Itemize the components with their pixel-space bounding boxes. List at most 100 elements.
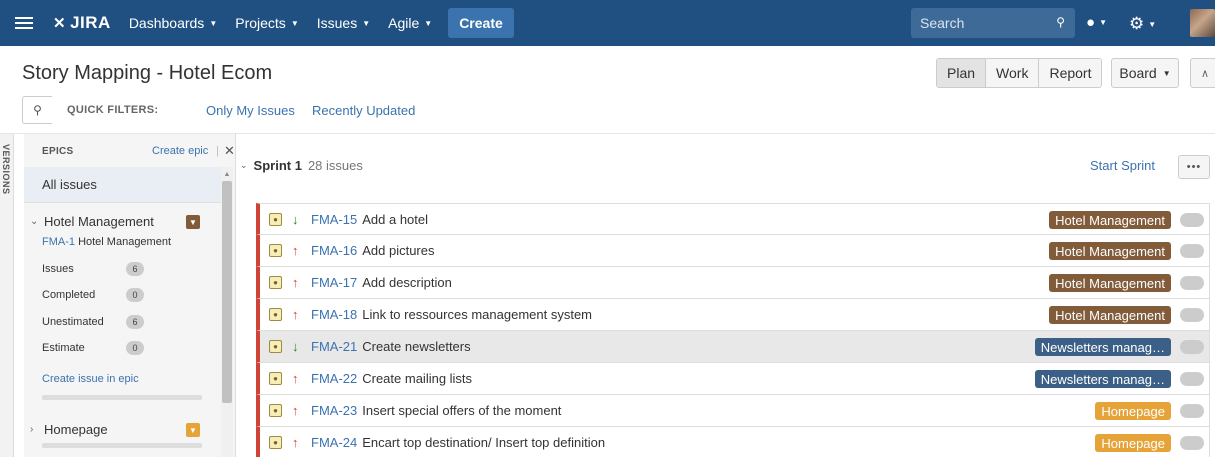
epic-lozenge[interactable]: Homepage — [1095, 402, 1171, 420]
create-issue-in-epic-link[interactable]: Create issue in epic — [42, 373, 139, 385]
issue-key-link[interactable]: FMA-18 — [311, 307, 357, 322]
sprint-name: Sprint 1 — [253, 158, 302, 173]
search-icon[interactable]: ⚲ — [1056, 15, 1065, 29]
estimate-badge — [1180, 276, 1204, 290]
double-chevron-up-icon: ∧ — [1200, 67, 1210, 80]
epic-color-menu[interactable]: ▼ — [186, 423, 200, 437]
jira-logo[interactable]: ✕ JIRA — [53, 13, 111, 33]
epic-item-hotel-management[interactable]: ⌄ Hotel Management — [30, 214, 154, 229]
quick-filter-search-button[interactable]: ⚲ — [22, 96, 52, 124]
issue-key-link[interactable]: FMA-15 — [311, 212, 357, 227]
mode-plan-button[interactable]: Plan — [937, 59, 987, 87]
issue-row[interactable]: ● ↑ FMA-16 Add pictures Hotel Management — [256, 235, 1210, 267]
issue-summary: Encart top destination/ Insert top defin… — [362, 435, 606, 450]
epic-color-menu[interactable]: ▼ — [186, 215, 200, 229]
mode-work-button[interactable]: Work — [986, 59, 1040, 87]
priority-high-arrow-icon: ↑ — [292, 307, 299, 322]
epic-progress-bar — [42, 443, 202, 448]
scrollbar-thumb[interactable] — [222, 181, 232, 403]
collapse-header-button[interactable]: ∧ — [1190, 58, 1215, 88]
issue-summary: Create newsletters — [362, 339, 471, 354]
chevron-down-icon: ▼ — [424, 18, 433, 28]
menu-icon[interactable] — [15, 17, 33, 29]
create-button[interactable]: Create — [448, 8, 514, 38]
epic-lozenge[interactable]: Newsletters manag… — [1034, 370, 1171, 388]
priority-high-arrow-icon: ↑ — [292, 435, 299, 450]
issue-row[interactable]: ● ↓ FMA-21 Create newsletters Newsletters ma… — [256, 331, 1210, 363]
issue-key-link[interactable]: FMA-17 — [311, 275, 357, 290]
epic-progress-bar — [42, 395, 202, 400]
issue-key-link[interactable]: FMA-16 — [311, 243, 357, 258]
issue-row[interactable]: ● ↑ FMA-24 Encart top destination/ Insert t… — [256, 427, 1210, 457]
story-type-icon: ● — [269, 276, 282, 289]
issue-key-link[interactable]: FMA-21 — [311, 339, 357, 354]
quick-filter-recently-updated[interactable]: Recently Updated — [312, 103, 415, 118]
scroll-up-icon[interactable]: ▲ — [221, 171, 233, 178]
sprint-more-actions-button[interactable]: ••• — [1178, 155, 1210, 179]
chevron-down-icon: ▼ — [189, 217, 197, 227]
nav-agile[interactable]: Agile ▼ — [388, 15, 432, 31]
epic-lozenge[interactable]: Newsletters manag… — [1034, 338, 1171, 356]
help-menu[interactable]: ● ▼ — [1086, 14, 1107, 31]
search-input[interactable]: Search ⚲ — [911, 8, 1075, 38]
epic-key-line: FMA-1 Hotel Management — [42, 236, 171, 248]
issue-row[interactable]: ● ↓ FMA-15 Add a hotel Hotel Management — [256, 203, 1210, 235]
epic-item-homepage[interactable]: › Homepage — [30, 422, 108, 437]
chevron-down-icon: ▼ — [362, 18, 371, 28]
epic-key-link[interactable]: FMA-1 — [42, 236, 75, 248]
issue-summary: Add pictures — [362, 243, 435, 258]
epic-lozenge[interactable]: Hotel Management — [1049, 306, 1171, 324]
nav-projects[interactable]: Projects ▼ — [235, 15, 299, 31]
chevron-down-icon[interactable]: ⌄ — [240, 160, 248, 171]
versions-panel-toggle[interactable]: VERSIONS — [0, 134, 14, 457]
epics-scrollbar[interactable]: ▲ — [221, 167, 233, 457]
sprint-issue-list: ● ↓ FMA-15 Add a hotel Hotel Management ● ↑ FMA… — [256, 203, 1210, 457]
epic-lozenge[interactable]: Hotel Management — [1049, 211, 1171, 229]
versions-label: VERSIONS — [1, 144, 11, 195]
priority-high-arrow-icon: ↑ — [292, 371, 299, 386]
settings-menu[interactable]: ⚙ ▼ — [1129, 14, 1156, 34]
issue-row[interactable]: ● ↑ FMA-17 Add description Hotel Management — [256, 267, 1210, 299]
stat-completed-label: Completed — [42, 289, 96, 301]
user-avatar[interactable] — [1190, 9, 1215, 37]
story-type-icon: ● — [269, 436, 282, 449]
top-navigation-bar: ✕ JIRA Dashboards ▼ Projects ▼ Issues ▼ … — [0, 0, 1215, 46]
chevron-down-icon[interactable]: ⌄ — [30, 216, 38, 227]
all-issues-item[interactable]: All issues — [24, 167, 221, 203]
epics-panel: EPICS Create epic | ✕ All issues ▲ ⌄ Hot… — [24, 134, 236, 457]
mode-report-button[interactable]: Report — [1039, 59, 1102, 87]
separator: | — [216, 145, 219, 157]
chevron-down-icon: ▼ — [1162, 68, 1171, 78]
story-type-icon: ● — [269, 212, 282, 226]
epic-lozenge[interactable]: Hotel Management — [1049, 274, 1171, 292]
board-menu-button[interactable]: Board ▼ — [1111, 58, 1179, 88]
chevron-right-icon[interactable]: › — [30, 424, 38, 435]
issue-row[interactable]: ● ↑ FMA-22 Create mailing lists Newsletters … — [256, 363, 1210, 395]
estimate-badge — [1180, 308, 1204, 322]
stat-unestimated-count: 6 — [126, 315, 144, 329]
nav-issues[interactable]: Issues ▼ — [317, 15, 370, 31]
nav-dashboards[interactable]: Dashboards ▼ — [129, 15, 217, 31]
start-sprint-link[interactable]: Start Sprint — [1090, 158, 1155, 173]
close-icon[interactable]: ✕ — [224, 143, 235, 159]
issue-key-link[interactable]: FMA-23 — [311, 403, 357, 418]
epic-lozenge[interactable]: Hotel Management — [1049, 242, 1171, 260]
issue-row[interactable]: ● ↑ FMA-23 Insert special offers of the mom… — [256, 395, 1210, 427]
chevron-down-icon: ▼ — [1099, 18, 1107, 27]
estimate-badge — [1180, 244, 1204, 258]
issue-row[interactable]: ● ↑ FMA-18 Link to ressources management sy… — [256, 299, 1210, 331]
epic-name: Hotel Management — [44, 214, 154, 229]
nav-projects-label: Projects — [235, 15, 286, 31]
issue-summary: Add description — [362, 275, 452, 290]
quick-filter-only-my-issues[interactable]: Only My Issues — [206, 103, 295, 118]
create-epic-link[interactable]: Create epic — [152, 145, 208, 157]
issue-key-link[interactable]: FMA-22 — [311, 371, 357, 386]
story-type-icon: ● — [269, 372, 282, 385]
story-type-icon: ● — [269, 244, 282, 257]
issue-key-link[interactable]: FMA-24 — [311, 435, 357, 450]
jira-logo-text: JIRA — [70, 13, 111, 32]
stat-estimate-label: Estimate — [42, 342, 85, 354]
epic-lozenge[interactable]: Homepage — [1095, 434, 1171, 452]
sprint-issue-count: 28 issues — [307, 158, 363, 173]
sprint-header[interactable]: ⌄ Sprint 1 28 issues — [240, 158, 363, 173]
